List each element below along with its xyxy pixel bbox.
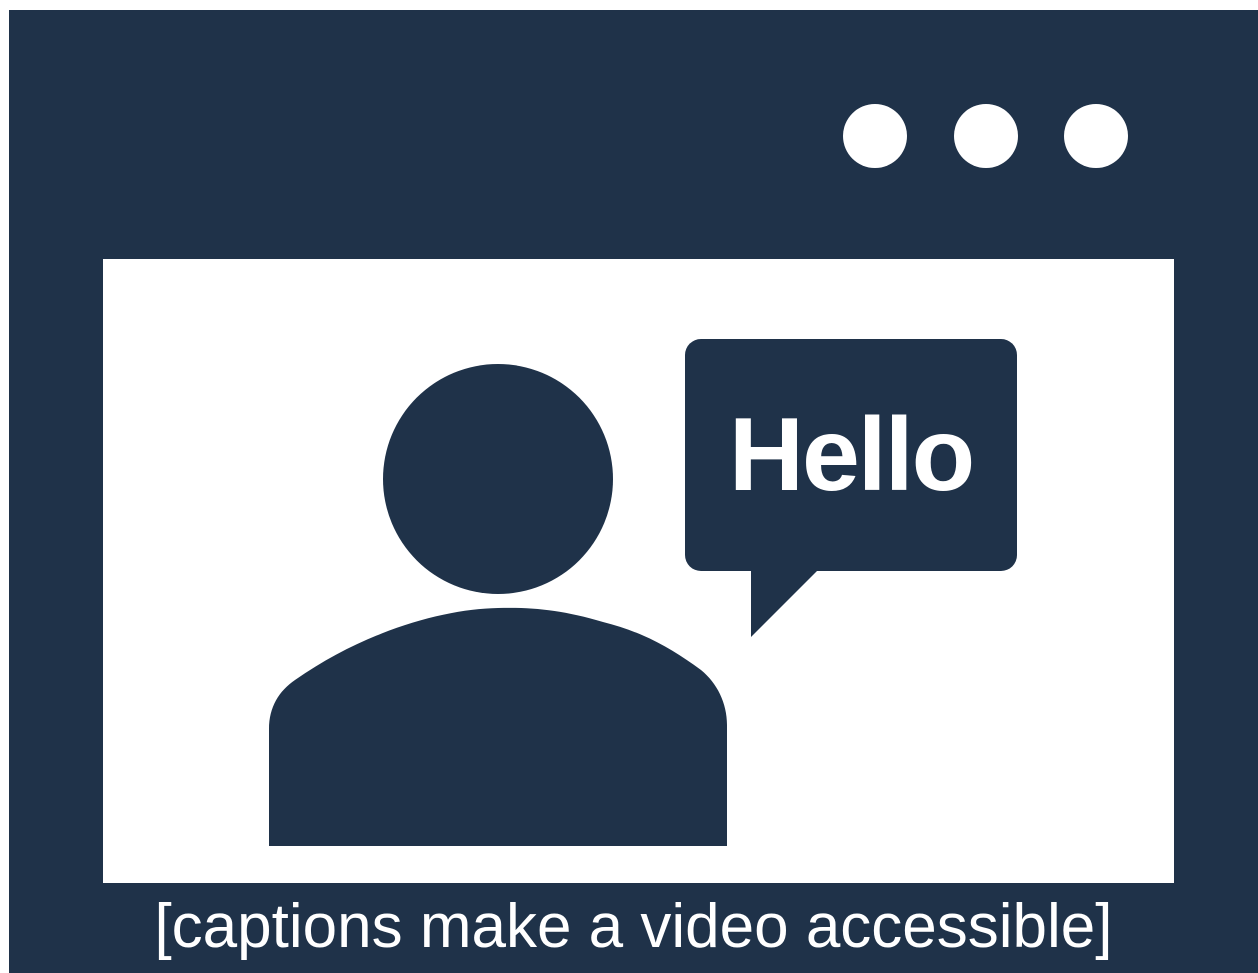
window-dot-icon [1064,104,1128,168]
window-dot-icon [843,104,907,168]
window-dot-icon [954,104,1018,168]
browser-window: Hello [captions make a video accessible] [9,10,1258,973]
video-screen: Hello [103,259,1174,883]
person-body [269,607,727,846]
speech-bubble-text: Hello [728,397,975,513]
caption-text: [captions make a video accessible] [154,892,1113,961]
speech-bubble: Hello [685,339,1017,637]
person-head [383,364,613,594]
